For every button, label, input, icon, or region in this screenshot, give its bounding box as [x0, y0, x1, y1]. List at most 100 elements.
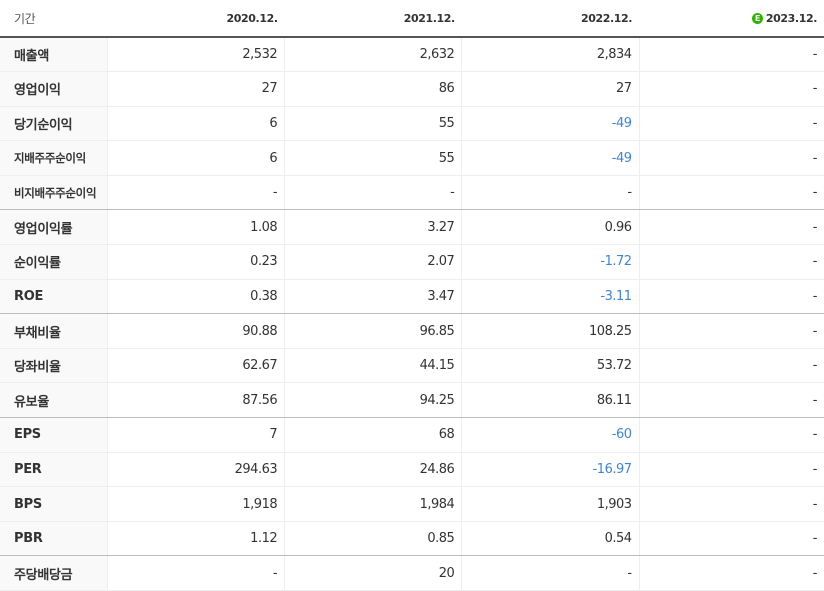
table-row: 순이익률 0.23 2.07 -1.72-: [0, 244, 824, 280]
value-cell: -: [638, 417, 824, 453]
row-label: 순이익률: [0, 244, 108, 280]
value-cell: -: [638, 521, 824, 557]
value-cell: -: [638, 209, 824, 246]
value-cell: 3.47: [284, 279, 462, 315]
row-label: 영업이익: [0, 71, 108, 107]
value-cell: -49: [461, 106, 640, 142]
table-row: 영업이익률 1.08 3.27 0.96-: [0, 209, 824, 246]
value-cell: -1.72: [461, 244, 640, 280]
value-cell: -3.11: [461, 279, 640, 315]
value-cell: 55: [284, 140, 462, 176]
value-cell: -: [461, 555, 640, 591]
year-header-label: 2023.12.: [765, 11, 817, 25]
table-row: 당기순이익 6 55 -49-: [0, 106, 824, 142]
value-cell: 90.88: [106, 313, 285, 349]
value-cell: -: [284, 175, 462, 211]
value-cell: 20: [284, 555, 462, 591]
row-label: BPS: [0, 486, 108, 522]
row-label: 영업이익률: [0, 209, 108, 246]
table-row: 비지배주주순이익 - - - -: [0, 175, 824, 211]
value-cell: -: [638, 452, 824, 488]
value-cell: -: [638, 279, 824, 315]
value-cell: -: [106, 555, 285, 591]
year-header: 2020.12.: [107, 0, 285, 38]
value-cell: -: [638, 313, 824, 349]
value-cell: 55: [284, 106, 462, 142]
table-row: 당좌비율 62.67 44.15 53.72-: [0, 348, 824, 384]
year-header: 2021.12.: [284, 0, 462, 38]
value-cell: 1,903: [461, 486, 640, 522]
year-header-estimate: E 2023.12.: [639, 0, 824, 38]
value-cell: 86.11: [461, 382, 640, 419]
value-cell: -: [461, 175, 640, 211]
year-header: 2022.12.: [461, 0, 640, 38]
table-row: 매출액 2,532 2,632 2,834-: [0, 37, 824, 73]
value-cell: 2,532: [106, 37, 285, 73]
period-header: 기간: [0, 0, 108, 38]
header-row: 기간 2020.12. 2021.12. 2022.12. E 2023.12.: [0, 0, 824, 38]
row-label: 매출액: [0, 37, 108, 73]
table-row: ROE 0.38 3.47 -3.11-: [0, 279, 824, 315]
value-cell: 87.56: [106, 382, 285, 419]
value-cell: 1,918: [106, 486, 285, 522]
table-row: BPS 1,918 1,984 1,903-: [0, 486, 824, 522]
value-cell: 6: [106, 106, 285, 142]
value-cell: 1.12: [106, 521, 285, 557]
value-cell: 6: [106, 140, 285, 176]
row-label: PER: [0, 452, 108, 488]
value-cell: 2.07: [284, 244, 462, 280]
value-cell: -: [106, 175, 285, 211]
row-label: EPS: [0, 417, 108, 453]
value-cell: -: [638, 486, 824, 522]
value-cell: -60: [461, 417, 640, 453]
value-cell: 44.15: [284, 348, 462, 384]
value-cell: 294.63: [106, 452, 285, 488]
table-row: PER 294.63 24.86 -16.97-: [0, 452, 824, 488]
row-label: 유보율: [0, 382, 108, 419]
value-cell: 2,834: [461, 37, 640, 73]
table-row: 유보율 87.56 94.25 86.11-: [0, 382, 824, 419]
value-cell: 94.25: [284, 382, 462, 419]
value-cell: -16.97: [461, 452, 640, 488]
value-cell: 2,632: [284, 37, 462, 73]
value-cell: 0.23: [106, 244, 285, 280]
value-cell: 68: [284, 417, 462, 453]
value-cell: 86: [284, 71, 462, 107]
row-label: 비지배주주순이익: [0, 175, 108, 211]
row-label: ROE: [0, 279, 108, 315]
value-cell: 53.72: [461, 348, 640, 384]
row-label: 당기순이익: [0, 106, 108, 142]
value-cell: 0.96: [461, 209, 640, 246]
value-cell: 1,984: [284, 486, 462, 522]
value-cell: 0.38: [106, 279, 285, 315]
value-cell: -: [638, 244, 824, 280]
row-label: 지배주주순이익: [0, 140, 108, 176]
value-cell: -: [638, 37, 824, 73]
row-label: 부채비율: [0, 313, 108, 349]
value-cell: -: [638, 106, 824, 142]
value-cell: 108.25: [461, 313, 640, 349]
table-row: EPS 7 68 -60-: [0, 417, 824, 453]
value-cell: 27: [461, 71, 640, 107]
financial-summary-table: 기간 2020.12. 2021.12. 2022.12. E 2023.12. …: [0, 0, 824, 591]
value-cell: 3.27: [284, 209, 462, 246]
row-label: PBR: [0, 521, 108, 557]
value-cell: 1.08: [106, 209, 285, 246]
value-cell: -: [638, 140, 824, 176]
value-cell: -: [638, 382, 824, 419]
row-label: 주당배당금: [0, 555, 108, 591]
value-cell: -49: [461, 140, 640, 176]
table-row: 주당배당금 -20- -: [0, 555, 824, 591]
value-cell: 0.85: [284, 521, 462, 557]
row-label: 당좌비율: [0, 348, 108, 384]
table-row: 지배주주순이익 6 55 -49-: [0, 140, 824, 176]
value-cell: -: [638, 175, 824, 211]
value-cell: -: [638, 71, 824, 107]
value-cell: 27: [106, 71, 285, 107]
value-cell: 24.86: [284, 452, 462, 488]
table-row: 영업이익 27 86 27-: [0, 71, 824, 107]
table-row: PBR 1.12 0.85 0.54-: [0, 521, 824, 557]
value-cell: 96.85: [284, 313, 462, 349]
value-cell: 7: [106, 417, 285, 453]
table-row: 부채비율 90.88 96.85 108.25-: [0, 313, 824, 349]
